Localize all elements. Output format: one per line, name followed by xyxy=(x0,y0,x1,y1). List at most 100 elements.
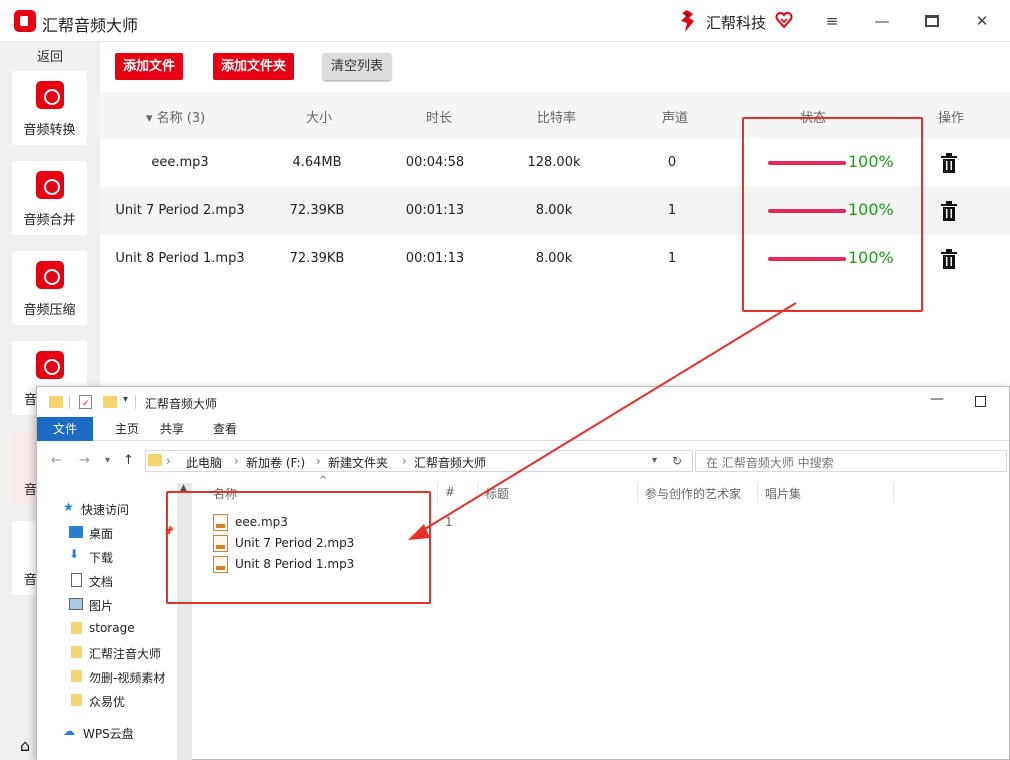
folder-icon xyxy=(71,646,82,658)
back-button[interactable]: 返回 xyxy=(0,46,100,68)
nav-wps-cloud[interactable]: ☁ WPS云盘 xyxy=(63,724,134,742)
file-name: eee.mp3 xyxy=(151,155,209,170)
menu-icon[interactable]: ≡ xyxy=(818,8,846,34)
breadcrumb-current[interactable]: 汇帮音频大师 xyxy=(414,454,486,471)
column-artists[interactable]: 参与创作的艺术家 xyxy=(645,485,741,502)
app-title: 汇帮音频大师 xyxy=(42,16,139,35)
explorer-minimize-button[interactable]: — xyxy=(930,391,944,407)
channels-column-header[interactable]: 声道 xyxy=(662,107,688,126)
breadcrumb-this-pc[interactable]: 此电脑 xyxy=(186,454,222,471)
up-arrow-icon[interactable]: ↑ xyxy=(123,453,134,468)
name-column-header[interactable]: ▾ 名称 (3) xyxy=(146,107,205,126)
folder-icon xyxy=(49,396,63,408)
column-track-number[interactable]: # xyxy=(445,485,455,499)
nav-zhongyiyou[interactable]: 众易优 xyxy=(71,693,125,710)
breadcrumb-volume[interactable]: 新加卷 (F:) xyxy=(246,454,305,471)
folder-icon xyxy=(148,454,162,466)
column-title[interactable]: 标题 xyxy=(485,485,509,502)
file-duration: 00:01:13 xyxy=(405,203,465,218)
explorer-ribbon-tabs: 文件 主页 共享 查看 xyxy=(37,417,1009,441)
audio-icon xyxy=(36,351,64,379)
refresh-icon[interactable]: ↻ xyxy=(672,454,682,468)
properties-icon[interactable]: ✓ xyxy=(79,395,92,409)
clear-list-button[interactable]: 清空列表 xyxy=(323,53,392,80)
file-channels: 1 xyxy=(667,203,677,218)
column-album[interactable]: 唱片集 xyxy=(765,485,801,502)
file-size: 4.64MB xyxy=(292,155,342,170)
explorer-title: 汇帮音频大师 xyxy=(145,397,218,411)
forward-arrow-icon[interactable]: → xyxy=(79,453,90,468)
desktop-icon xyxy=(69,526,83,538)
address-input[interactable]: › 此电脑 › 新加卷 (F:) › 新建文件夹 › 汇帮音频大师 ▾ ↻ xyxy=(145,450,693,472)
tab-view[interactable]: 查看 xyxy=(205,417,245,441)
audio-merge-icon xyxy=(36,171,64,199)
files-highlight-box xyxy=(166,491,431,604)
actions-column-header: 操作 xyxy=(938,111,965,126)
document-icon xyxy=(71,573,82,587)
file-channels: 0 xyxy=(667,155,677,170)
title-bar: 汇帮音频大师 汇帮科技 ≡ — ✕ xyxy=(0,0,1010,42)
heart-icon[interactable] xyxy=(775,11,793,29)
nav-huibang-pinyin[interactable]: 汇帮注音大师 xyxy=(71,645,161,662)
recent-dropdown-icon[interactable]: ▾ xyxy=(105,455,110,466)
nav-quick-access[interactable]: ★ 快速访问 xyxy=(63,500,129,518)
duration-column-header[interactable]: 时长 xyxy=(426,107,452,126)
add-folder-button[interactable]: 添加文件夹 xyxy=(213,53,295,80)
track-number: 1 xyxy=(445,515,453,529)
folder-icon xyxy=(71,670,82,682)
minimize-button[interactable]: — xyxy=(868,8,896,34)
breadcrumb-new-folder[interactable]: 新建文件夹 xyxy=(328,454,388,471)
folder-icon xyxy=(71,694,82,706)
sidebar-item-label: 音频合并 xyxy=(23,213,76,228)
file-bitrate: 128.00k xyxy=(527,155,581,170)
add-file-button[interactable]: 添加文件 xyxy=(115,53,184,80)
nav-storage[interactable]: storage xyxy=(71,621,135,635)
sidebar-item-audio-compress[interactable]: 音频压缩 xyxy=(12,251,87,325)
search-placeholder: 在 汇帮音频大师 中搜索 xyxy=(706,456,834,470)
nav-desktop[interactable]: 桌面 xyxy=(69,525,113,542)
bitrate-column-header[interactable]: 比特率 xyxy=(537,107,576,126)
tab-share[interactable]: 共享 xyxy=(152,417,192,441)
name-header-label: 名称 (3) xyxy=(156,111,206,126)
quick-access-dropdown-icon[interactable]: ▾ xyxy=(123,394,128,405)
file-bitrate: 8.00k xyxy=(535,203,573,218)
nav-video-assets[interactable]: 勿删-视频素材 xyxy=(71,669,165,686)
audio-convert-icon xyxy=(36,81,64,109)
status-highlight-box xyxy=(742,117,923,312)
address-dropdown-icon[interactable]: ▾ xyxy=(652,455,657,466)
trash-icon[interactable] xyxy=(940,249,958,269)
explorer-maximize-button[interactable] xyxy=(975,396,986,407)
star-icon: ★ xyxy=(63,500,74,514)
sidebar-item-audio-merge[interactable]: 音频合并 xyxy=(12,161,87,235)
maximize-button[interactable] xyxy=(918,8,946,34)
search-input[interactable]: 在 汇帮音频大师 中搜索 xyxy=(695,450,1007,472)
sidebar-item-audio-convert[interactable]: 音频转换 xyxy=(12,71,87,145)
file-duration: 00:01:13 xyxy=(405,251,465,266)
close-button[interactable]: ✕ xyxy=(968,8,996,34)
nav-documents[interactable]: 文档 xyxy=(71,573,113,590)
tab-home[interactable]: 主页 xyxy=(107,417,147,441)
tab-file[interactable]: 文件 xyxy=(37,417,93,441)
explorer-address-bar: ← → ▾ ↑ › 此电脑 › 新加卷 (F:) › 新建文件夹 › 汇帮音频大… xyxy=(37,447,1009,477)
sidebar-item-label: 音频转换 xyxy=(23,123,76,138)
trash-icon[interactable] xyxy=(940,201,958,221)
nav-downloads[interactable]: ⬇ 下载 xyxy=(69,547,113,566)
file-channels: 1 xyxy=(667,251,677,266)
sort-down-icon: ▾ xyxy=(146,111,153,126)
app-logo-icon xyxy=(14,10,36,32)
size-column-header[interactable]: 大小 xyxy=(306,107,332,126)
download-icon: ⬇ xyxy=(69,547,80,561)
navigation-pane: ★ 快速访问 桌面 ⬇ 下载 文档 图片 storage 汇帮注音大师 勿删-视频素… xyxy=(37,479,177,760)
new-folder-icon[interactable] xyxy=(103,396,117,408)
pictures-icon xyxy=(69,598,83,610)
nav-pictures[interactable]: 图片 xyxy=(69,597,113,614)
brand-name: 汇帮科技 xyxy=(706,14,767,32)
home-icon[interactable]: ⌂ xyxy=(20,736,30,755)
file-bitrate: 8.00k xyxy=(535,251,573,266)
back-arrow-icon[interactable]: ← xyxy=(51,453,62,468)
file-name: Unit 8 Period 1.mp3 xyxy=(115,251,245,266)
file-name: Unit 7 Period 2.mp3 xyxy=(115,203,245,218)
trash-icon[interactable] xyxy=(940,153,958,173)
explorer-title-bar: ✓ ▾ 汇帮音频大师 — xyxy=(37,387,1009,417)
audio-compress-icon xyxy=(36,261,64,289)
